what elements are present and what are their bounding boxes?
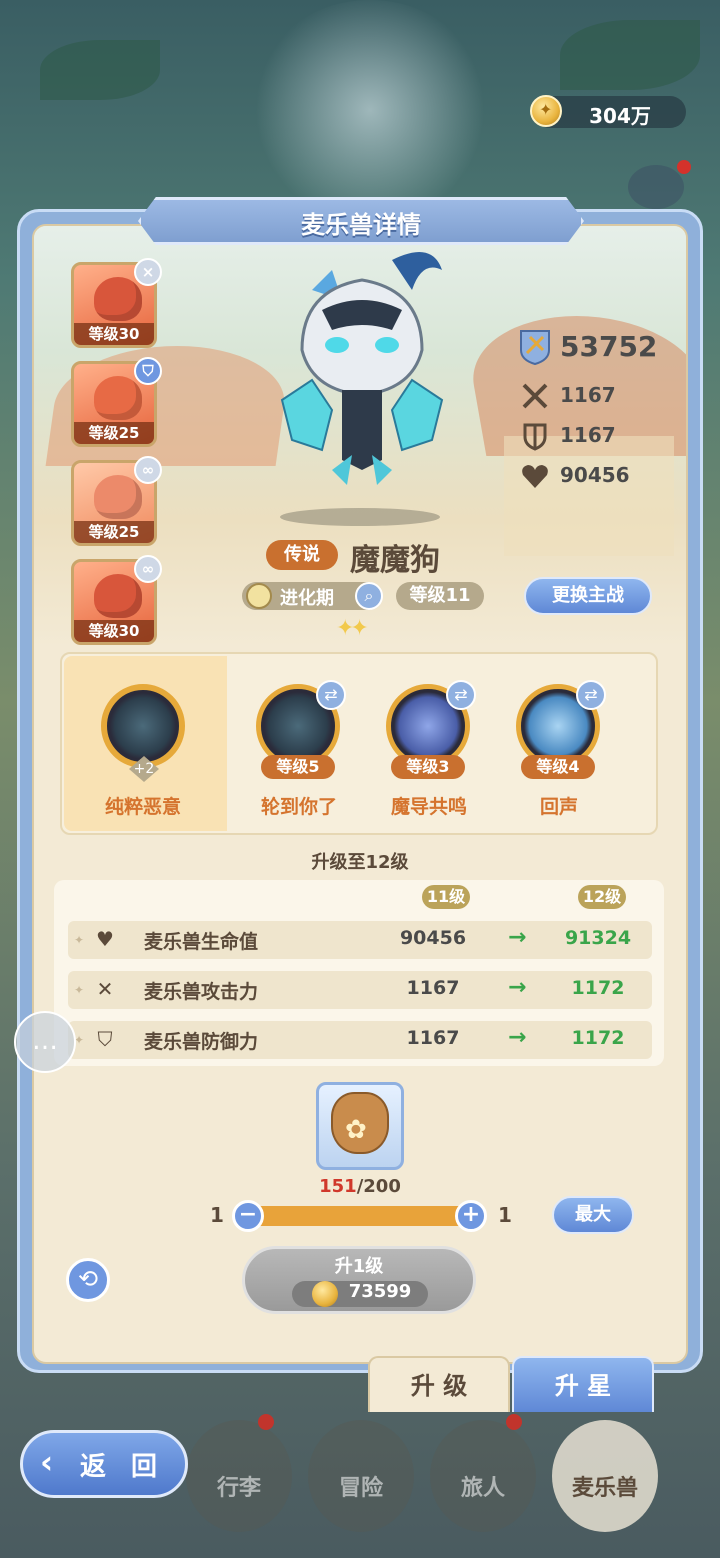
switch-main-pet-button[interactable]: 更换主战 xyxy=(524,577,652,615)
next-level-tag: 12级 xyxy=(578,885,626,909)
skill-level: 等级4 xyxy=(521,755,595,779)
stat-current: 1167 xyxy=(406,1027,460,1049)
upgrade-cost: 73599 xyxy=(348,1281,412,1302)
nav-label: 麦乐兽 xyxy=(571,1476,638,1501)
slider-min-value: 1 xyxy=(210,1203,224,1227)
skill-name: 回声 xyxy=(539,796,578,818)
pet-thumbnail xyxy=(94,574,142,618)
stat-next: 1172 xyxy=(571,1027,625,1049)
quantity-slider[interactable] xyxy=(248,1206,472,1226)
pet-thumbnail xyxy=(94,277,142,321)
row-marker: ✦ xyxy=(74,933,85,947)
arrow-right-icon: → xyxy=(508,1025,527,1050)
stat-next: 91324 xyxy=(564,927,632,949)
table-row: ✦ ♥ 麦乐兽生命值 90456 → 91324 xyxy=(68,921,652,959)
pet-thumbnail xyxy=(94,475,142,519)
upgrade-title: 升级至12级 xyxy=(311,852,409,873)
house-wall xyxy=(504,436,674,556)
pet-illustration[interactable] xyxy=(262,240,462,500)
row-marker: ✦ xyxy=(74,983,85,997)
background-leaf xyxy=(560,20,700,90)
swap-icon[interactable]: ⇄ xyxy=(446,680,476,710)
notification-dot xyxy=(677,160,691,174)
link-icon: ∞ xyxy=(134,555,162,583)
defense-value: 1167 xyxy=(560,423,616,447)
plus-button[interactable]: + xyxy=(455,1200,487,1232)
skill-level: 等级3 xyxy=(391,755,465,779)
stat-label: 麦乐兽防御力 xyxy=(144,1031,259,1053)
evolution-stage: 进化期 xyxy=(280,588,334,609)
nav-label: 行李 xyxy=(216,1476,261,1501)
magnifier-icon[interactable]: ⌕ xyxy=(355,582,383,610)
heart-icon: ♥ xyxy=(96,927,114,951)
tab-level-up[interactable]: 升 级 xyxy=(368,1356,510,1412)
pet-level: 等级25 xyxy=(74,422,154,444)
stat-current: 1167 xyxy=(406,977,460,999)
shield-icon: ⛉ xyxy=(134,357,162,385)
stat-label: 麦乐兽攻击力 xyxy=(144,981,259,1003)
close-icon[interactable]: × xyxy=(134,258,162,286)
pet-name: 魔魔狗 xyxy=(350,543,440,578)
nav-label: 冒险 xyxy=(338,1476,383,1501)
table-row: ✦ ⛉ 麦乐兽防御力 1167 → 1172 xyxy=(68,1021,652,1059)
pet-level: 等级25 xyxy=(74,521,154,543)
table-row: ✦ ✕ 麦乐兽攻击力 1167 → 1172 xyxy=(68,971,652,1009)
arrow-right-icon: → xyxy=(508,975,527,1000)
paw-icon: ✿ xyxy=(345,1115,367,1145)
coin-amount: 304万 xyxy=(589,104,651,128)
upgrade-button-label: 升1级 xyxy=(334,1256,384,1277)
stat-next: 1172 xyxy=(571,977,625,999)
shield-icon: ⛉ xyxy=(97,1027,113,1051)
material-required: /200 xyxy=(356,1176,401,1197)
skill-level: 等级5 xyxy=(261,755,335,779)
stat-label: 麦乐兽生命值 xyxy=(144,931,259,953)
pet-level: 等级30 xyxy=(74,323,154,345)
material-count: 151/200 xyxy=(310,1176,410,1197)
arrow-right-icon: → xyxy=(508,925,527,950)
swords-icon: ✕ xyxy=(96,977,114,1001)
swap-icon[interactable]: ⇄ xyxy=(316,680,346,710)
star-rating: ✦✦ xyxy=(336,616,369,641)
back-button-label: 返 回 xyxy=(80,1452,166,1482)
stat-current: 90456 xyxy=(399,927,467,949)
current-level-tag: 11级 xyxy=(422,885,470,909)
pet-shadow xyxy=(280,508,440,526)
chat-icon[interactable]: … xyxy=(14,1011,76,1073)
attack-value: 1167 xyxy=(560,383,616,407)
tab-star-up[interactable]: 升 星 xyxy=(512,1356,654,1412)
panel-title: 麦乐兽详情 xyxy=(301,211,421,239)
pet-level: 等级30 xyxy=(74,620,154,642)
minus-button[interactable]: − xyxy=(232,1200,264,1232)
slider-max-value: 1 xyxy=(498,1203,512,1227)
swap-icon[interactable]: ⇄ xyxy=(576,680,606,710)
back-arrow-icon: ‹ xyxy=(40,1443,54,1481)
combat-power-value: 53752 xyxy=(560,330,658,363)
skill-icon[interactable] xyxy=(101,684,185,768)
skill-name: 纯粹恶意 xyxy=(104,796,181,818)
gold-coin-icon xyxy=(312,1281,338,1307)
skill-name: 轮到你了 xyxy=(260,796,337,818)
refresh-icon[interactable]: ⟲ xyxy=(66,1258,110,1302)
background-leaf xyxy=(40,40,160,100)
mail-button[interactable] xyxy=(628,165,684,209)
rarity-badge: 传说 xyxy=(266,540,338,570)
sprout-icon xyxy=(246,583,272,609)
gold-coin-icon xyxy=(530,95,562,127)
swords-icon xyxy=(522,383,548,409)
nav-label: 旅人 xyxy=(460,1476,505,1501)
combat-power-icon xyxy=(520,330,550,366)
max-button[interactable]: 最大 xyxy=(552,1196,634,1234)
hp-value: 90456 xyxy=(560,463,630,487)
material-owned: 151 xyxy=(319,1176,357,1197)
pet-level-badge: 等级11 xyxy=(396,582,484,610)
background-glow xyxy=(250,0,490,220)
shield-icon xyxy=(523,423,547,451)
heart-icon xyxy=(522,465,548,488)
pet-thumbnail xyxy=(94,376,142,420)
notification-dot xyxy=(506,1414,522,1430)
link-icon: ∞ xyxy=(134,456,162,484)
notification-dot xyxy=(258,1414,274,1430)
skill-name: 魔导共鸣 xyxy=(390,796,467,818)
